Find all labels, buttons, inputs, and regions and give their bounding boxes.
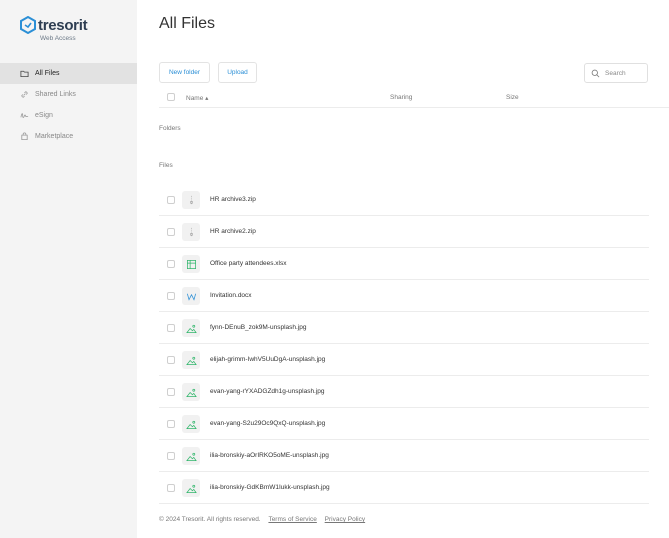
- file-list: HR archive3.zip HR archive2.zip Office p…: [159, 184, 649, 504]
- sidebar-item-shared-links[interactable]: Shared Links: [0, 84, 137, 105]
- row-checkbox[interactable]: [167, 292, 175, 300]
- file-name[interactable]: ilia-bronskiy-GdKBmW1Iukk-unsplash.jpg: [210, 484, 330, 491]
- row-checkbox[interactable]: [167, 452, 175, 460]
- row-checkbox[interactable]: [167, 324, 175, 332]
- row-checkbox[interactable]: [167, 260, 175, 268]
- file-name[interactable]: fynn-DEnuB_zok9M-unsplash.jpg: [210, 324, 306, 331]
- row-checkbox[interactable]: [167, 196, 175, 204]
- terms-link[interactable]: Terms of Service: [268, 516, 316, 523]
- image-icon: [182, 415, 200, 433]
- signature-icon: [20, 113, 29, 118]
- table-row[interactable]: fynn-DEnuB_zok9M-unsplash.jpg: [159, 312, 649, 344]
- table-row[interactable]: Invitation.docx: [159, 280, 649, 312]
- brand-name: tresorit: [38, 17, 88, 34]
- sidebar: tresorit Web Access All Files Shared Lin…: [0, 0, 137, 538]
- brand-subtitle: Web Access: [40, 35, 76, 42]
- column-size-header: Size: [506, 94, 519, 101]
- zip-icon: [182, 191, 200, 209]
- table-row[interactable]: evan-yang-S2u29Oc9QxQ-unsplash.jpg: [159, 408, 649, 440]
- file-name[interactable]: evan-yang-S2u29Oc9QxQ-unsplash.jpg: [210, 420, 325, 427]
- table-row[interactable]: HR archive3.zip: [159, 184, 649, 216]
- table-row[interactable]: ilia-bronskiy-GdKBmW1Iukk-unsplash.jpg: [159, 472, 649, 504]
- file-name[interactable]: Invitation.docx: [210, 292, 252, 299]
- row-checkbox[interactable]: [167, 228, 175, 236]
- table-row[interactable]: Office party attendees.xlsx: [159, 248, 649, 280]
- image-icon: [182, 383, 200, 401]
- column-name-header[interactable]: Name ▴: [186, 94, 208, 102]
- sidebar-item-label: All Files: [35, 70, 60, 77]
- folder-icon: [20, 70, 29, 78]
- select-all-checkbox[interactable]: [167, 93, 175, 101]
- main-content: All Files New folder Upload Search Name …: [137, 0, 669, 538]
- search-icon: [591, 69, 600, 77]
- search-placeholder: Search: [605, 69, 626, 77]
- image-icon: [182, 319, 200, 337]
- upload-button[interactable]: Upload: [218, 62, 257, 83]
- hexagon-logo-icon: [20, 16, 36, 34]
- table-row[interactable]: evan-yang-rYXADGZdh1g-unsplash.jpg: [159, 376, 649, 408]
- sidebar-item-all-files[interactable]: All Files: [0, 63, 137, 84]
- bag-icon: [21, 132, 28, 141]
- zip-icon: [182, 223, 200, 241]
- page-title: All Files: [159, 15, 216, 32]
- row-checkbox[interactable]: [167, 388, 175, 396]
- table-row[interactable]: ilia-bronskiy-aOrIRKO5oME-unsplash.jpg: [159, 440, 649, 472]
- row-checkbox[interactable]: [167, 484, 175, 492]
- column-sharing-header: Sharing: [390, 94, 413, 101]
- row-checkbox[interactable]: [167, 356, 175, 364]
- file-name[interactable]: HR archive2.zip: [210, 228, 256, 235]
- image-icon: [182, 479, 200, 497]
- file-name[interactable]: HR archive3.zip: [210, 196, 256, 203]
- table-row[interactable]: HR archive2.zip: [159, 216, 649, 248]
- copyright-text: © 2024 Tresorit. All rights reserved.: [159, 516, 261, 523]
- search-input[interactable]: Search: [584, 63, 648, 83]
- sidebar-item-esign[interactable]: eSign: [0, 105, 137, 126]
- spreadsheet-icon: [182, 255, 200, 273]
- link-icon: [21, 91, 28, 98]
- folders-section-label: Folders: [159, 125, 181, 132]
- table-header: Name ▴ Sharing Size: [159, 88, 669, 108]
- row-checkbox[interactable]: [167, 420, 175, 428]
- sidebar-item-marketplace[interactable]: Marketplace: [0, 126, 137, 147]
- image-icon: [182, 351, 200, 369]
- file-name[interactable]: elijah-grimm-IwhV5UuDgA-unsplash.jpg: [210, 356, 325, 363]
- word-icon: [182, 287, 200, 305]
- file-name[interactable]: Office party attendees.xlsx: [210, 260, 286, 267]
- file-name[interactable]: ilia-bronskiy-aOrIRKO5oME-unsplash.jpg: [210, 452, 329, 459]
- tresorit-logo[interactable]: tresorit Web Access: [20, 16, 90, 46]
- privacy-link[interactable]: Privacy Policy: [325, 516, 365, 523]
- sidebar-item-label: Shared Links: [35, 91, 76, 98]
- sidebar-nav: All Files Shared Links eSign Marketplace: [0, 63, 137, 147]
- new-folder-button[interactable]: New folder: [159, 62, 210, 83]
- sidebar-item-label: eSign: [35, 112, 53, 119]
- file-name[interactable]: evan-yang-rYXADGZdh1g-unsplash.jpg: [210, 388, 325, 395]
- sidebar-item-label: Marketplace: [35, 133, 74, 140]
- footer: © 2024 Tresorit. All rights reserved. Te…: [159, 516, 365, 523]
- image-icon: [182, 447, 200, 465]
- table-row[interactable]: elijah-grimm-IwhV5UuDgA-unsplash.jpg: [159, 344, 649, 376]
- files-section-label: Files: [159, 162, 173, 169]
